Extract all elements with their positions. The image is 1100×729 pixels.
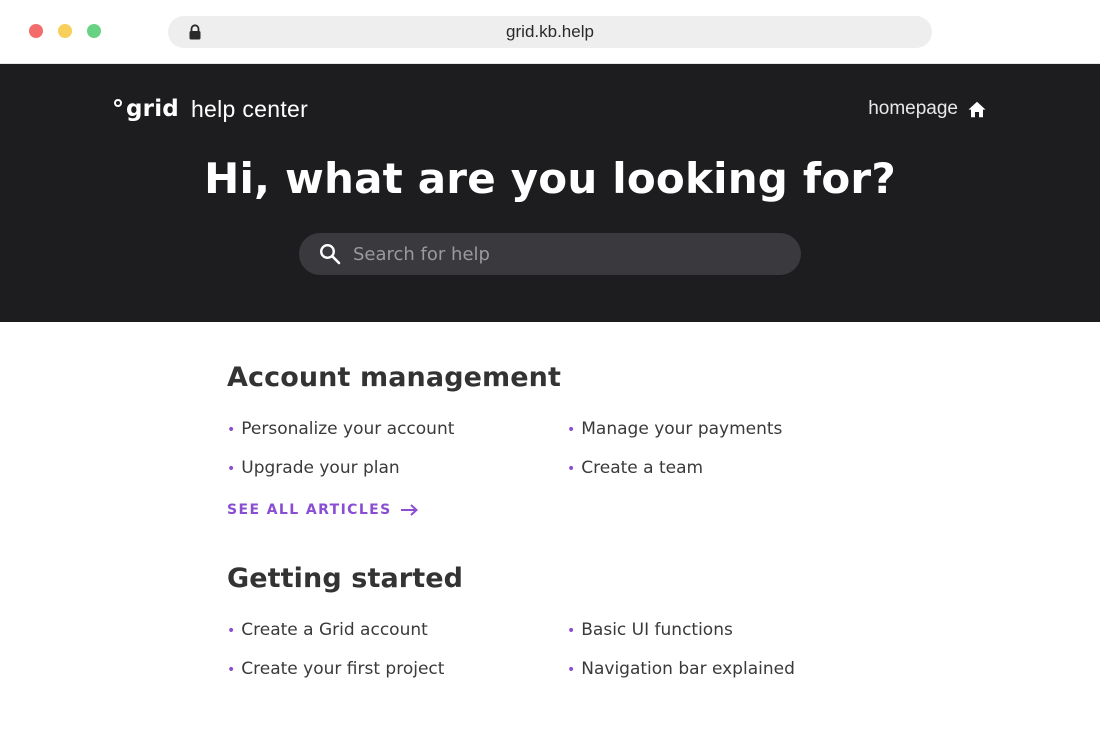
article-label: Upgrade your plan bbox=[241, 458, 400, 478]
logo[interactable]: grid help center bbox=[114, 94, 308, 124]
logo-mark-icon bbox=[114, 99, 122, 107]
address-bar[interactable]: grid.kb.help bbox=[168, 16, 932, 48]
bullet-icon: • bbox=[567, 662, 576, 678]
home-icon bbox=[968, 101, 986, 117]
bullet-icon: • bbox=[227, 461, 236, 477]
bullet-icon: • bbox=[227, 422, 236, 438]
search-input[interactable] bbox=[353, 233, 783, 275]
article-list: • Personalize your account • Manage your p… bbox=[227, 419, 927, 499]
bullet-icon: • bbox=[567, 623, 576, 639]
article-link[interactable]: • Create a team bbox=[567, 458, 703, 478]
section-getting-started: Getting started • Create a Grid account •… bbox=[227, 563, 927, 700]
article-link[interactable]: • Upgrade your plan bbox=[227, 458, 400, 478]
see-all-articles-link[interactable]: SEE ALL ARTICLES bbox=[227, 502, 418, 518]
browser-chrome: grid.kb.help bbox=[0, 0, 1100, 64]
article-link[interactable]: • Create a Grid account bbox=[227, 620, 428, 640]
window-close-button[interactable] bbox=[29, 24, 43, 38]
logo-subtitle: help center bbox=[190, 95, 309, 122]
page-title: Hi, what are you looking for? bbox=[204, 154, 896, 203]
window-minimize-button[interactable] bbox=[58, 24, 72, 38]
address-bar-url: grid.kb.help bbox=[506, 22, 594, 41]
article-link[interactable]: • Personalize your account bbox=[227, 419, 454, 439]
search-icon bbox=[319, 243, 341, 265]
bullet-icon: • bbox=[567, 461, 576, 477]
search-bar[interactable] bbox=[299, 233, 801, 275]
article-label: Basic UI functions bbox=[581, 620, 733, 640]
article-label: Create a Grid account bbox=[241, 620, 428, 640]
window-maximize-button[interactable] bbox=[87, 24, 101, 38]
bullet-icon: • bbox=[567, 422, 576, 438]
bullet-icon: • bbox=[227, 662, 236, 678]
article-label: Personalize your account bbox=[241, 419, 455, 439]
arrow-right-icon bbox=[400, 504, 418, 516]
bullet-icon: • bbox=[227, 623, 236, 639]
article-label: Create your first project bbox=[241, 659, 445, 679]
article-label: Create a team bbox=[581, 458, 704, 478]
hero-header: grid help center homepage Hi, what are y… bbox=[0, 64, 1100, 322]
section-title: Getting started bbox=[227, 563, 464, 594]
article-link[interactable]: • Manage your payments bbox=[567, 419, 782, 439]
see-all-label: SEE ALL ARTICLES bbox=[227, 502, 392, 518]
homepage-link-label: homepage bbox=[868, 98, 958, 119]
section-title: Account management bbox=[227, 362, 562, 393]
article-link[interactable]: • Create your first project bbox=[227, 659, 444, 679]
article-list: • Create a Grid account • Basic UI functio… bbox=[227, 620, 927, 700]
article-link[interactable]: • Navigation bar explained bbox=[567, 659, 795, 679]
section-account-management: Account management • Personalize your acc… bbox=[227, 362, 927, 518]
homepage-link[interactable]: homepage bbox=[868, 96, 986, 122]
article-link[interactable]: • Basic UI functions bbox=[567, 620, 733, 640]
logo-word: grid bbox=[126, 96, 179, 122]
article-label: Manage your payments bbox=[581, 419, 783, 439]
article-label: Navigation bar explained bbox=[581, 659, 795, 679]
